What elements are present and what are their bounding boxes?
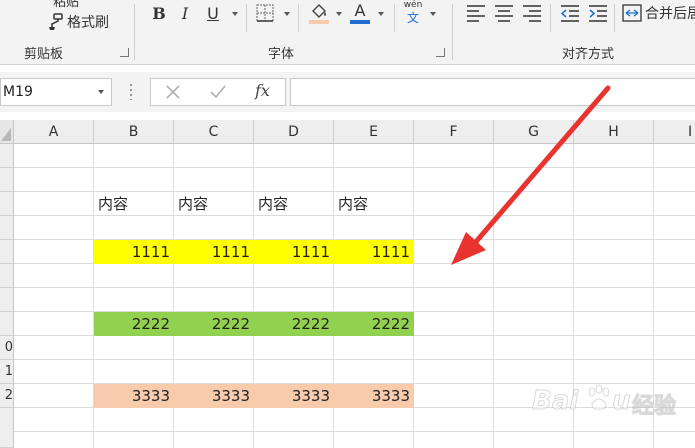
watermark-cn: 经验: [631, 394, 677, 420]
red-arrow-annotation-icon: [451, 85, 611, 265]
paw-icon: [588, 384, 610, 410]
watermark-brand: Bai: [531, 386, 579, 417]
baidu-watermark-logo: Bai u 经验: [531, 382, 692, 442]
watermark-brand-tail: u: [612, 386, 631, 417]
